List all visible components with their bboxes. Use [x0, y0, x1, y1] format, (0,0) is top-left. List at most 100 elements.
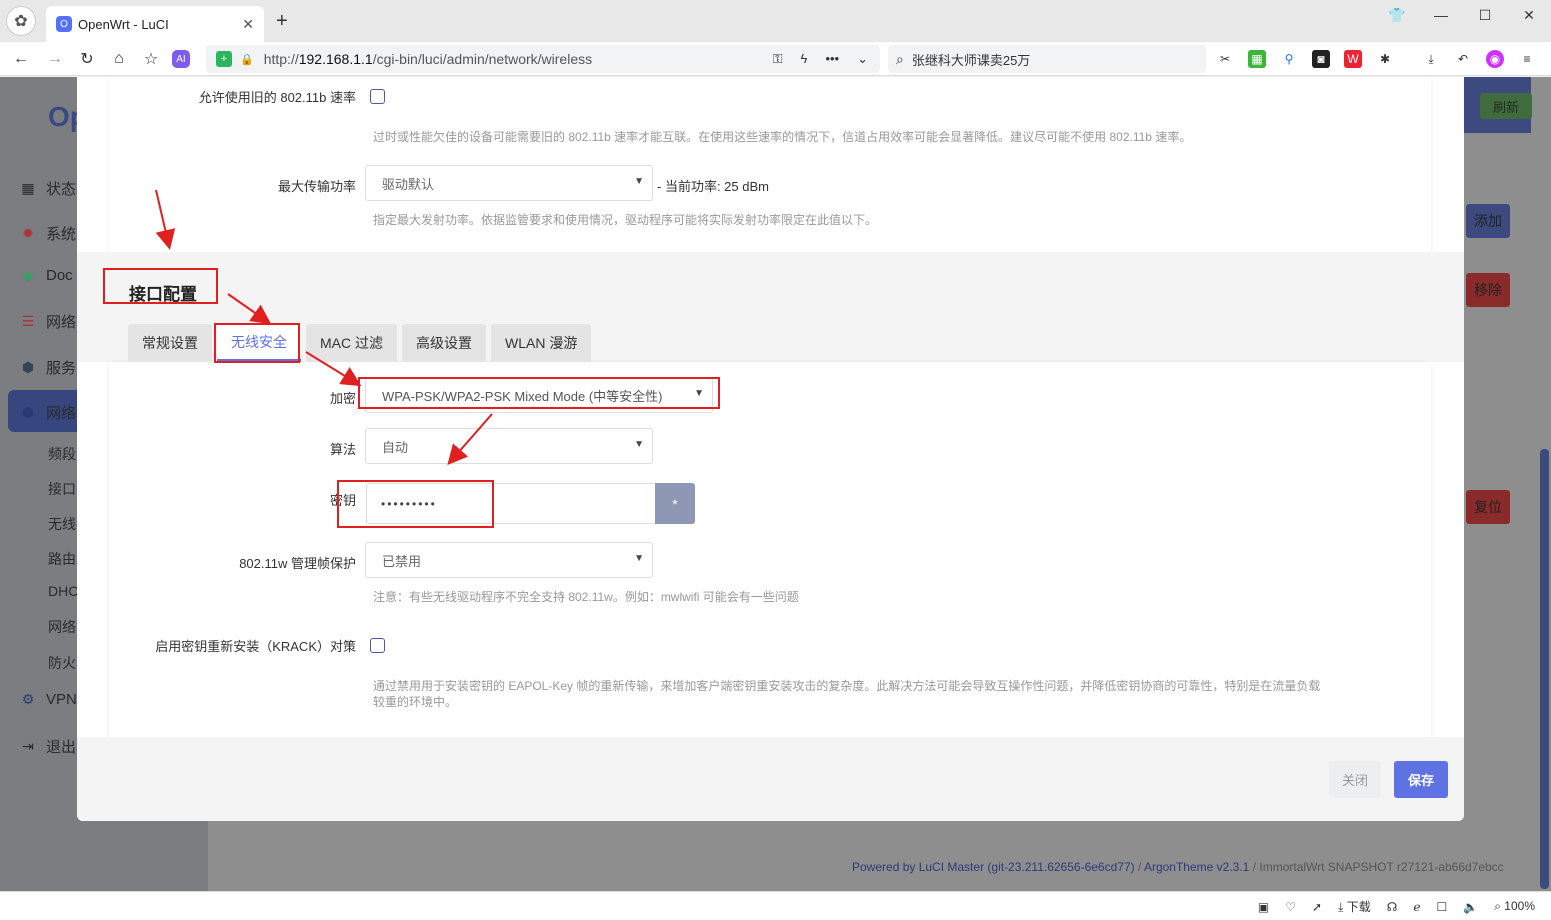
- forward-icon[interactable]: →: [44, 48, 66, 70]
- krack-checkbox[interactable]: [370, 638, 385, 653]
- browser-logo-icon[interactable]: ✿: [6, 6, 36, 36]
- new-tab-icon[interactable]: +: [276, 10, 288, 33]
- sidebar-item-status[interactable]: ▦ 状态: [20, 178, 76, 199]
- page-scrollbar[interactable]: [1540, 449, 1549, 889]
- sidebar-item-docker[interactable]: ◈ Doc: [20, 267, 73, 284]
- close-tab-icon[interactable]: ✕: [242, 16, 254, 33]
- close-button[interactable]: 关闭: [1329, 761, 1381, 798]
- reload-icon[interactable]: ↻: [76, 48, 98, 70]
- docker-icon: ◈: [22, 267, 34, 283]
- search-box[interactable]: ⌕ 张继科大师课卖25万: [888, 45, 1206, 73]
- txpower-value: 驱动默认: [382, 176, 435, 192]
- sidebar-sub-interfaces[interactable]: 接口: [48, 479, 76, 499]
- mfp-note: 注意：有些无线驱动程序不完全支持 802.11w。例如：mwlwifi 可能会有…: [373, 590, 799, 604]
- screenshot-icon[interactable]: ▣: [1258, 900, 1269, 914]
- sidebar-sub-dhcp[interactable]: DHC: [48, 583, 78, 599]
- sidebar-item-vpn[interactable]: ⚙ VPN: [20, 691, 77, 708]
- ai-icon[interactable]: AI: [172, 50, 190, 68]
- menu-icon[interactable]: ≡: [1518, 50, 1536, 68]
- cipher-select[interactable]: 自动 ▼: [365, 428, 653, 464]
- more-icon[interactable]: •••: [825, 51, 839, 67]
- w-extension-icon[interactable]: W: [1344, 50, 1362, 68]
- reset-button[interactable]: 复位: [1466, 490, 1510, 524]
- txpower-desc: 指定最大发射功率。依据监管要求和使用情况，驱动程序可能将实际发射功率限定在此值以…: [373, 213, 878, 227]
- sidebar-item-services[interactable]: ⬢ 服务: [20, 357, 76, 378]
- bookmark-star-icon[interactable]: ☆: [140, 48, 162, 70]
- shield-icon: +: [216, 51, 232, 67]
- cipher-value: 自动: [382, 439, 409, 455]
- minimize-icon[interactable]: —: [1419, 0, 1463, 30]
- remove-button[interactable]: 移除: [1466, 273, 1510, 307]
- sidebar-item-system[interactable]: ✹ 系统: [20, 223, 76, 244]
- window-close-icon[interactable]: ✕: [1507, 0, 1551, 30]
- chevron-down-icon: ▼: [634, 553, 644, 564]
- undo-icon[interactable]: ↶: [1454, 50, 1472, 68]
- tab-general[interactable]: 常规设置: [128, 324, 212, 362]
- sidebar-item-network[interactable]: ⬢ 网络: [20, 402, 76, 423]
- legacy-rates-checkbox[interactable]: [370, 89, 385, 104]
- browser-tab[interactable]: O OpenWrt - LuCI ✕: [46, 6, 264, 42]
- lightning-icon[interactable]: ϟ: [801, 51, 808, 67]
- avatar-icon[interactable]: ◉: [1486, 50, 1504, 68]
- footer-link[interactable]: Powered by LuCI Master (git-23.211.62656…: [852, 860, 1135, 874]
- browser-navbar: ← → ↻ ⌂ ☆ AI + 🔒 http://192.168.1.1/cgi-…: [0, 42, 1551, 76]
- back-icon[interactable]: ←: [10, 48, 32, 70]
- sidebar-sub-wireless[interactable]: 无线: [48, 514, 76, 534]
- address-bar[interactable]: + 🔒 http://192.168.1.1/cgi-bin/luci/admi…: [206, 45, 880, 73]
- puzzle-icon[interactable]: ✱: [1376, 50, 1394, 68]
- sidebar-item-logout[interactable]: ⇥ 退出: [20, 736, 76, 757]
- magnifier-extension-icon[interactable]: ⚲: [1280, 50, 1298, 68]
- add-button[interactable]: 添加: [1466, 204, 1510, 238]
- storage-icon: ☰: [21, 313, 35, 329]
- save-button[interactable]: 保存: [1394, 761, 1448, 798]
- shirt-icon[interactable]: 👕: [1375, 0, 1419, 30]
- download-icon[interactable]: ⤓: [1422, 50, 1440, 68]
- key-icon[interactable]: ⚿: [773, 51, 783, 67]
- search-icon: ⌕: [896, 50, 904, 67]
- search-text: 张继科大师课卖25万: [911, 52, 1031, 68]
- mfp-value: 已禁用: [382, 553, 422, 569]
- footer-theme-link[interactable]: ArgonTheme v2.3.1: [1144, 860, 1249, 874]
- reveal-password-button[interactable]: *: [655, 483, 695, 524]
- txpower-select[interactable]: 驱动默认 ▼: [365, 165, 653, 201]
- krack-label: 启用密钥重新安装（KRACK）对策: [155, 639, 356, 654]
- annotation-box-encryption: [358, 377, 720, 409]
- legacy-rates-label: 允许使用旧的 802.11b 速率: [198, 90, 356, 105]
- cube-icon: ⬢: [21, 404, 35, 420]
- browser-statusbar: ▣ ♡ ➚ ⤓ 下载 ☊ ℯ ☐ 🔈 ⌕ 100%: [0, 891, 1551, 920]
- chevron-down-icon[interactable]: ⌄: [857, 51, 868, 67]
- sidebar-sub-band[interactable]: 频段: [48, 444, 76, 464]
- sidebar-item-network-storage[interactable]: ☰ 网络: [20, 311, 76, 332]
- maximize-icon[interactable]: ☐: [1463, 0, 1507, 30]
- zoom-level[interactable]: ⌕ 100%: [1494, 899, 1535, 914]
- annotation-box-key: [337, 480, 494, 528]
- mfp-select[interactable]: 已禁用 ▼: [365, 542, 653, 578]
- logout-icon: ⇥: [22, 738, 34, 754]
- encryption-label: 加密: [329, 391, 356, 406]
- heart-icon[interactable]: ♡: [1285, 900, 1296, 914]
- wireless-config-modal: 允许使用旧的 802.11b 速率 过时或性能欠佳的设备可能需要旧的 802.1…: [77, 77, 1464, 821]
- refresh-button[interactable]: 刷新: [1480, 93, 1532, 119]
- annotation-box-section-title: [103, 268, 218, 304]
- home-icon[interactable]: ⌂: [108, 48, 130, 70]
- tab-wlan-roaming[interactable]: WLAN 漫游: [491, 324, 592, 362]
- rocket-icon[interactable]: ➚: [1312, 900, 1322, 914]
- url-text: http://192.168.1.1/cgi-bin/luci/admin/ne…: [263, 51, 593, 67]
- scissors-icon[interactable]: ✂: [1216, 50, 1234, 68]
- game-extension-icon[interactable]: ◙: [1312, 50, 1330, 68]
- sidebar-sub-routing[interactable]: 路由: [48, 549, 76, 569]
- browser-tabbar: ✿ O OpenWrt - LuCI ✕ + 👕 — ☐ ✕: [0, 0, 1551, 42]
- bell-icon[interactable]: ☊: [1387, 900, 1398, 914]
- window-icon[interactable]: ☐: [1437, 900, 1448, 914]
- chevron-down-icon: ▼: [634, 439, 644, 450]
- sidebar-sub-network-diag[interactable]: 网络: [48, 617, 76, 637]
- ie-icon[interactable]: ℯ: [1413, 900, 1420, 914]
- speaker-icon[interactable]: 🔈: [1463, 900, 1478, 914]
- mfp-label: 802.11w 管理帧保护: [239, 556, 356, 571]
- sidebar-sub-firewall[interactable]: 防火: [48, 653, 76, 673]
- download-status[interactable]: ⤓ 下载: [1338, 898, 1371, 915]
- grid-extension-icon[interactable]: ▦: [1248, 50, 1266, 68]
- tab-advanced[interactable]: 高级设置: [402, 324, 486, 362]
- tab-mac-filter[interactable]: MAC 过滤: [306, 324, 397, 362]
- krack-desc-line2: 较重的环境中。: [373, 695, 458, 709]
